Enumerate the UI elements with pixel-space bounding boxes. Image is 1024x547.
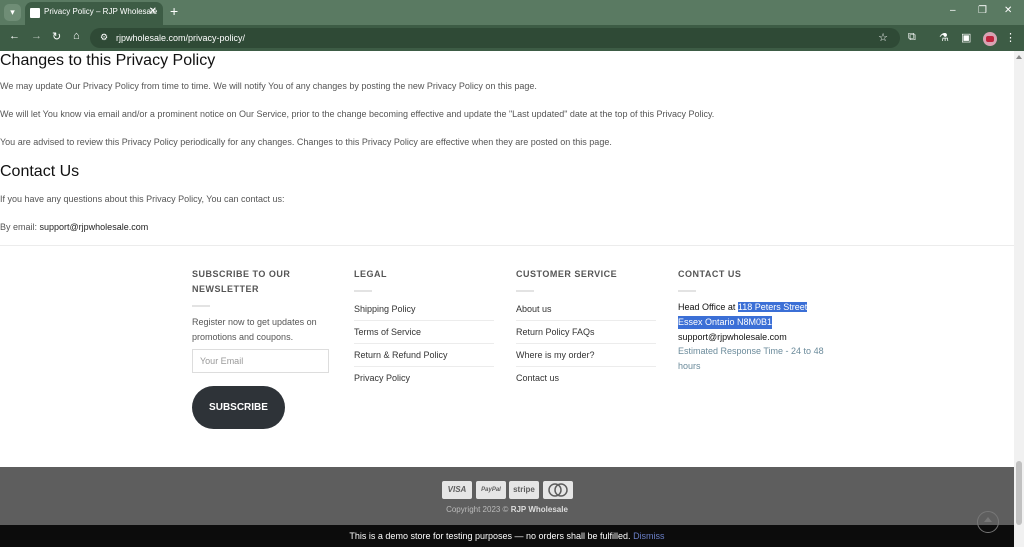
scrollbar-thumb[interactable] xyxy=(1016,461,1022,525)
changes-paragraph-2: We will let You know via email and/or a … xyxy=(0,109,715,119)
legal-link-privacy-policy[interactable]: Privacy Policy xyxy=(354,373,410,383)
url-text: rjpwholesale.com/privacy-policy/ xyxy=(116,33,246,43)
link-divider xyxy=(354,366,494,367)
copyright-prefix: Copyright 2023 © xyxy=(446,505,511,514)
changes-heading: Changes to this Privacy Policy xyxy=(0,52,216,69)
link-divider xyxy=(354,320,494,321)
cs-link-contact-us[interactable]: Contact us xyxy=(516,373,559,383)
browser-toolbar: ← → ↻ ⌂ ⚙ rjpwholesale.com/privacy-polic… xyxy=(0,25,1024,51)
cs-link-where-is-my-order[interactable]: Where is my order? xyxy=(516,350,595,360)
contact-email-line: By email: support@rjpwholesale.com xyxy=(0,222,148,232)
paypal-icon: PayPal xyxy=(476,481,506,499)
customer-service-title: CUSTOMER SERVICE xyxy=(516,269,618,279)
contact-support-email[interactable]: support@rjpwholesale.com xyxy=(678,331,787,344)
title-underline xyxy=(354,290,372,292)
address-line-1: 118 Peters Street xyxy=(737,302,808,312)
stripe-icon: stripe xyxy=(509,481,539,499)
scroll-up-arrow-icon[interactable] xyxy=(1016,55,1022,59)
visa-icon: VISA xyxy=(442,481,472,499)
link-divider xyxy=(354,343,494,344)
contact-title: CONTACT US xyxy=(678,269,742,279)
back-to-top-button[interactable] xyxy=(977,511,999,533)
subscribe-button[interactable]: SUBSCRIBE xyxy=(192,386,285,429)
cs-link-return-policy-faqs[interactable]: Return Policy FAQs xyxy=(516,327,595,337)
side-panel-icon[interactable]: ▣ xyxy=(961,31,971,44)
site-footer: VISA PayPal stripe Copyright 2023 © RJP … xyxy=(0,467,1014,525)
changes-paragraph-3: You are advised to review this Privacy P… xyxy=(0,137,612,147)
tab-search-icon[interactable]: ▾ xyxy=(4,4,21,21)
tab-close-icon[interactable]: ✕ xyxy=(149,6,157,17)
demo-store-notice: This is a demo store for testing purpose… xyxy=(0,525,1014,547)
browser-tab-bar: ▾ Privacy Policy – RJP Wholesale ✕ + – ❐… xyxy=(0,0,1024,25)
head-office-line: Head Office at 118 Peters Street xyxy=(678,300,808,315)
title-underline xyxy=(516,290,534,292)
newsletter-email-input[interactable]: Your Email xyxy=(192,349,329,373)
reload-icon[interactable]: ↻ xyxy=(52,30,61,43)
extensions-icon[interactable]: ⧉ xyxy=(908,31,916,44)
title-underline xyxy=(678,290,696,292)
browser-tab[interactable]: Privacy Policy – RJP Wholesale ✕ xyxy=(25,2,163,25)
site-info-icon[interactable]: ⚙ xyxy=(100,32,108,43)
legal-link-shipping-policy[interactable]: Shipping Policy xyxy=(354,304,416,314)
section-divider xyxy=(0,245,1014,246)
title-underline xyxy=(192,305,210,307)
restore-button[interactable]: ❐ xyxy=(978,5,987,16)
site-favicon-icon xyxy=(30,8,40,18)
copyright-text: Copyright 2023 © RJP Wholesale xyxy=(0,505,1014,514)
contact-email-prefix: By email: xyxy=(0,222,40,232)
window-close-button[interactable]: ✕ xyxy=(1004,5,1012,16)
cs-link-about-us[interactable]: About us xyxy=(516,304,552,314)
forward-arrow-icon[interactable]: → xyxy=(31,30,42,42)
newsletter-title: SUBSCRIBE TO OUR NEWSLETTER xyxy=(192,269,291,294)
back-arrow-icon[interactable]: ← xyxy=(9,30,20,42)
copyright-brand[interactable]: RJP Wholesale xyxy=(511,505,568,514)
legal-link-return-refund-policy[interactable]: Return & Refund Policy xyxy=(354,350,448,360)
customer-service-column: CUSTOMER SERVICE About us Return Policy … xyxy=(516,267,656,397)
link-divider xyxy=(516,320,656,321)
contact-column: CONTACT US Head Office at 118 Peters Str… xyxy=(678,267,838,397)
tab-title: Privacy Policy – RJP Wholesale xyxy=(44,7,158,16)
minimize-button[interactable]: – xyxy=(950,5,956,16)
changes-paragraph-1: We may update Our Privacy Policy from ti… xyxy=(0,81,537,91)
newsletter-text: Register now to get updates on promotion… xyxy=(192,317,317,342)
newsletter-column: SUBSCRIBE TO OUR NEWSLETTER Register now… xyxy=(192,267,342,429)
address-bar[interactable]: ⚙ rjpwholesale.com/privacy-policy/ ☆ xyxy=(90,28,900,48)
browser-menu-icon[interactable]: ⋮ xyxy=(1005,31,1016,44)
legal-column: LEGAL Shipping Policy Terms of Service R… xyxy=(354,267,494,397)
contact-email[interactable]: support@rjpwholesale.com xyxy=(40,222,149,232)
home-icon[interactable]: ⌂ xyxy=(73,30,80,42)
page-scrollbar[interactable] xyxy=(1014,51,1024,547)
demo-notice-text: This is a demo store for testing purpose… xyxy=(349,531,634,541)
labs-flask-icon[interactable]: ⚗ xyxy=(939,31,949,44)
response-time-text: Estimated Response Time - 24 to 48 hours xyxy=(678,346,824,371)
link-divider xyxy=(516,366,656,367)
contact-heading: Contact Us xyxy=(0,163,80,180)
mastercard-icon xyxy=(543,481,573,499)
profile-avatar[interactable] xyxy=(983,32,997,46)
new-tab-button[interactable]: + xyxy=(170,3,178,19)
address-line-2: Essex Ontario N8M0B1 xyxy=(678,316,773,329)
contact-paragraph: If you have any questions about this Pri… xyxy=(0,194,285,204)
link-divider xyxy=(516,343,656,344)
head-office-label: Head Office at xyxy=(678,302,738,312)
page-content: Changes to this Privacy Policy We may up… xyxy=(0,51,1014,547)
dismiss-link[interactable]: Dismiss xyxy=(633,531,665,541)
bookmark-star-icon[interactable]: ☆ xyxy=(878,31,888,44)
legal-link-terms-of-service[interactable]: Terms of Service xyxy=(354,327,421,337)
legal-title: LEGAL xyxy=(354,269,387,279)
